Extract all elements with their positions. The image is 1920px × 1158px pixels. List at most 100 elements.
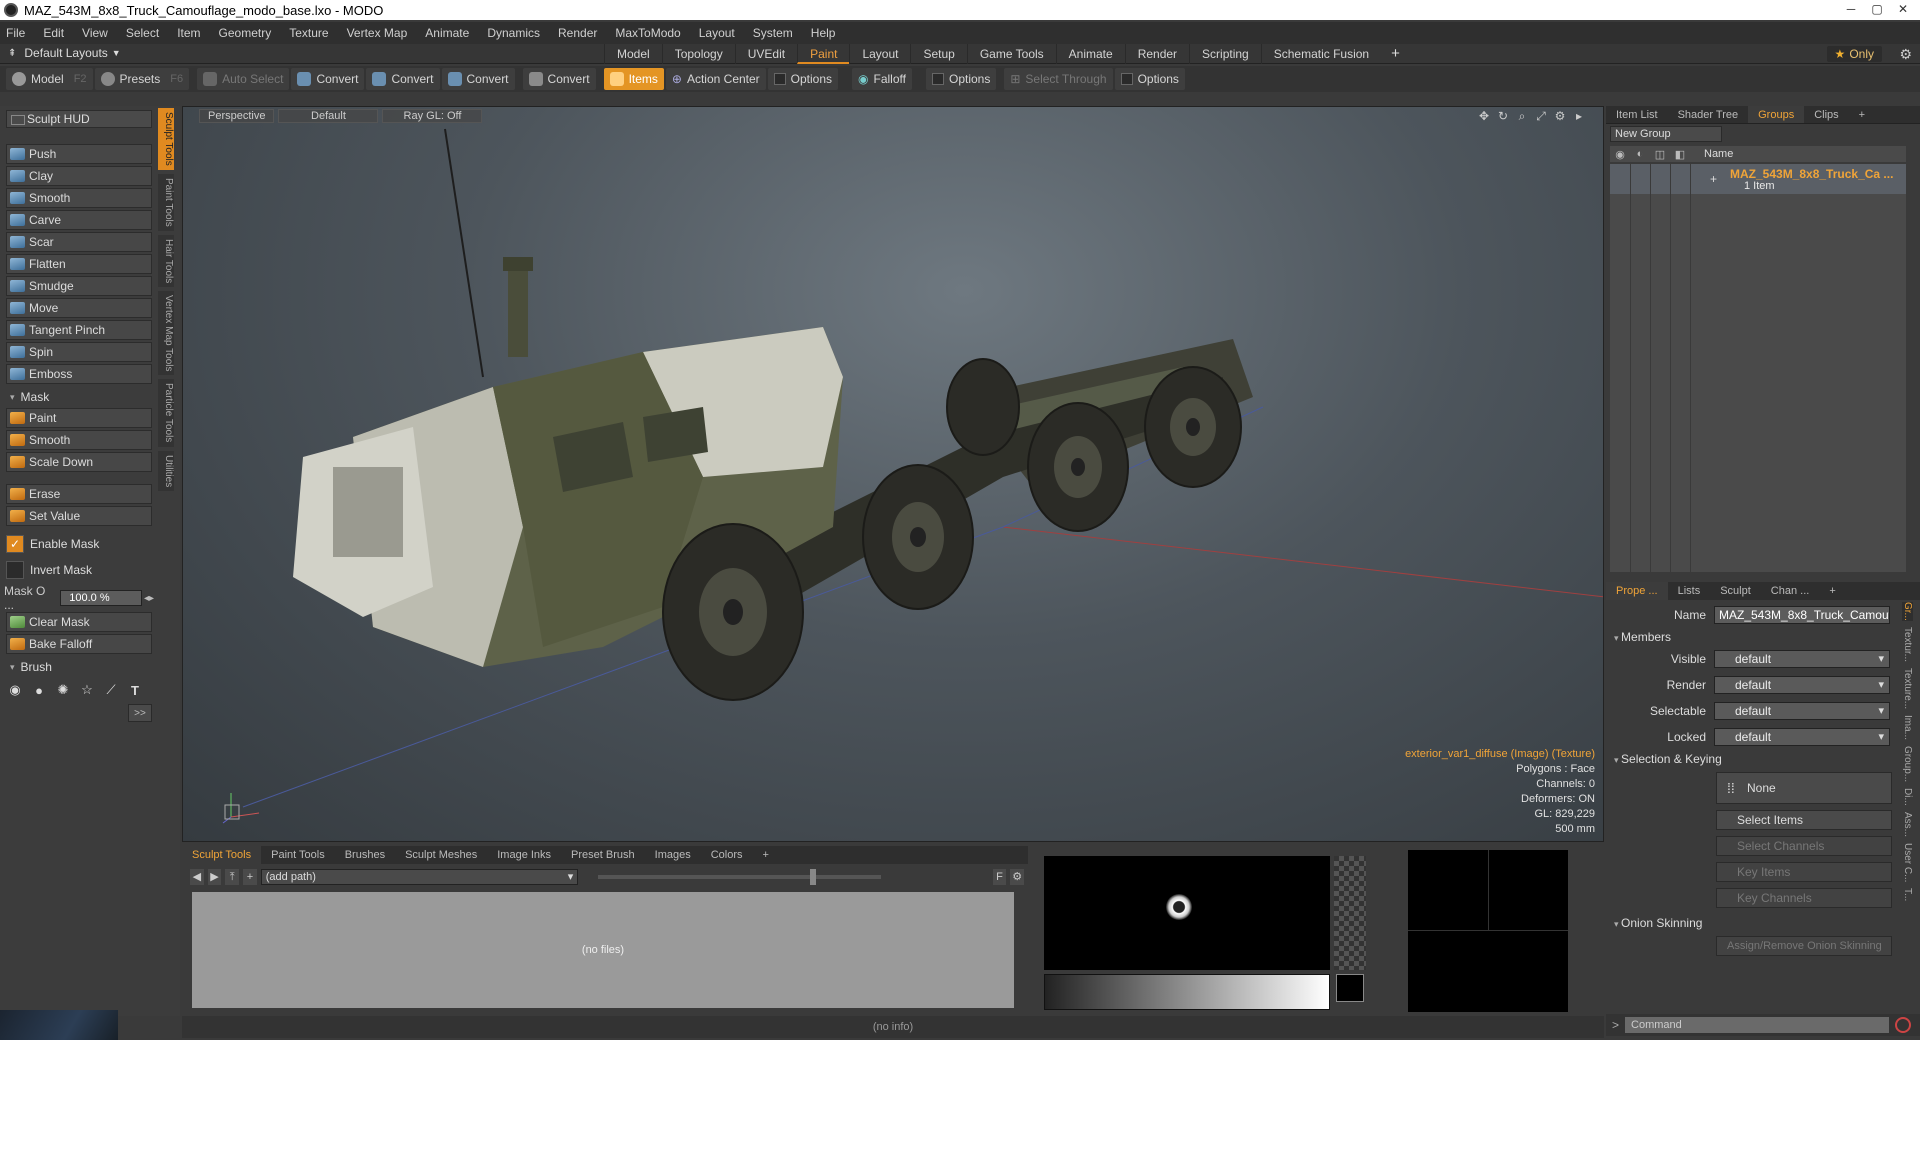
tab-animate[interactable]: Animate — [1055, 44, 1125, 64]
lock-icon[interactable]: ◫ — [1650, 148, 1670, 161]
add-tab-icon[interactable]: + — [1819, 582, 1845, 600]
default-layouts-dropdown[interactable]: ⇞ Default Layouts ▼ — [8, 46, 121, 60]
add-tab-icon[interactable]: + — [1849, 106, 1875, 123]
vtab-particle-tools[interactable]: Particle Tools — [158, 379, 174, 447]
star-brush-icon[interactable]: ☆ — [78, 681, 96, 699]
onion-skinning-section[interactable]: Onion Skinning — [1614, 916, 1702, 930]
carve-tool[interactable]: Carve — [6, 210, 152, 230]
render-icon[interactable]: ◐ — [1630, 148, 1650, 160]
eye-icon[interactable]: ◉ — [1610, 148, 1630, 161]
tab-brushes[interactable]: Brushes — [335, 846, 395, 864]
action-center-button[interactable]: ⊕ Action Center — [665, 68, 766, 90]
tab-game-tools[interactable]: Game Tools — [966, 44, 1056, 64]
add-tab-icon[interactable]: + — [1381, 44, 1410, 64]
splat-brush-icon[interactable]: ✺ — [54, 681, 72, 699]
tab-topology[interactable]: Topology — [661, 44, 735, 64]
select-through-options[interactable]: Options — [1114, 68, 1185, 90]
color-swatch[interactable] — [1336, 974, 1364, 1002]
mask-paint-tool[interactable]: Paint — [6, 408, 152, 428]
auto-select-button[interactable]: Auto Select — [197, 68, 290, 90]
vtab-groups[interactable]: Gr... — [1902, 602, 1913, 621]
expand-icon[interactable]: + — [1710, 172, 1717, 186]
menu-view[interactable]: View — [82, 26, 108, 40]
vtab-group[interactable]: Group... — [1902, 746, 1913, 782]
menu-maxtomodo[interactable]: MaxToModo — [615, 26, 680, 40]
command-input[interactable]: Command — [1625, 1017, 1890, 1033]
tab-model[interactable]: Model — [604, 44, 662, 64]
slider-thumb[interactable] — [810, 869, 817, 885]
tab-scripting[interactable]: Scripting — [1189, 44, 1261, 64]
filter-icon[interactable]: F — [992, 869, 1007, 885]
smooth-tool[interactable]: Smooth — [6, 188, 152, 208]
select-through-button[interactable]: ⊞ Select Through — [1004, 68, 1113, 90]
vtab-texture-2[interactable]: Texture... — [1902, 668, 1913, 709]
text-brush-icon[interactable]: T — [126, 681, 144, 699]
menu-texture[interactable]: Texture — [289, 26, 328, 40]
minimize-icon[interactable]: ─ — [1838, 0, 1864, 18]
key-channels-button[interactable]: Key Channels — [1716, 888, 1892, 908]
set-value-tool[interactable]: Set Value — [6, 506, 152, 526]
tab-colors[interactable]: Colors — [701, 846, 753, 864]
name-field[interactable]: MAZ_543M_8x8_Truck_Camouflag — [1714, 606, 1890, 624]
menu-render[interactable]: Render — [558, 26, 597, 40]
erase-tool[interactable]: Erase — [6, 484, 152, 504]
tab-uvedit[interactable]: UVEdit — [734, 44, 797, 64]
locked-dropdown[interactable]: default — [1714, 728, 1890, 746]
sculpt-hud-button[interactable]: Sculpt HUD — [6, 110, 152, 128]
new-group-button[interactable]: New Group — [1610, 126, 1722, 142]
vtab-sculpt-tools[interactable]: Sculpt Tools — [158, 108, 174, 170]
tab-clips[interactable]: Clips — [1804, 106, 1848, 123]
render-dropdown[interactable]: default — [1714, 676, 1890, 694]
stop-icon[interactable] — [1895, 1017, 1912, 1033]
tab-image-inks[interactable]: Image Inks — [487, 846, 561, 864]
tab-groups[interactable]: Groups — [1748, 106, 1805, 123]
action-center-options[interactable]: Options — [767, 68, 839, 90]
tab-properties[interactable]: Prope ... — [1606, 582, 1668, 600]
falloff-options[interactable]: Options — [925, 68, 997, 90]
vtab-user-channels[interactable]: User C... — [1902, 843, 1913, 882]
tab-shader-tree[interactable]: Shader Tree — [1668, 106, 1749, 123]
vtab-tags[interactable]: T... — [1902, 888, 1913, 901]
menu-edit[interactable]: Edit — [43, 26, 64, 40]
model-button[interactable]: Model F2 — [6, 68, 93, 90]
path-dropdown[interactable]: (add path) — [260, 869, 579, 885]
vtab-assembly[interactable]: Ass... — [1902, 812, 1913, 837]
convert-vertices-button[interactable]: Convert — [291, 68, 365, 90]
gear-icon[interactable]: ⚙ — [1899, 46, 1912, 63]
menu-select[interactable]: Select — [126, 26, 159, 40]
mask-opacity-field[interactable]: 100.0 % — [60, 590, 142, 606]
menu-file[interactable]: File — [6, 26, 25, 40]
file-browser[interactable]: (no files) — [192, 892, 1014, 1008]
up-folder-icon[interactable]: ⤒ — [225, 869, 240, 885]
mask-smooth-tool[interactable]: Smooth — [6, 430, 152, 450]
tab-layout[interactable]: Layout — [849, 44, 910, 64]
vtab-image[interactable]: Ima... — [1902, 715, 1913, 740]
enable-mask-checkbox[interactable]: ✓ Enable Mask — [6, 534, 152, 554]
selectable-icon[interactable]: ◧ — [1670, 148, 1690, 161]
tangent-pinch-tool[interactable]: Tangent Pinch — [6, 320, 152, 340]
flatten-tool[interactable]: Flatten — [6, 254, 152, 274]
forward-icon[interactable]: ▶ — [207, 869, 222, 885]
menu-system[interactable]: System — [753, 26, 793, 40]
tab-preset-brush[interactable]: Preset Brush — [561, 846, 645, 864]
3d-viewport[interactable]: Perspective Default Ray GL: Off ✥ ↻ ⌕ ⤢ … — [182, 106, 1604, 842]
tab-sculpt-tools[interactable]: Sculpt Tools — [182, 846, 262, 864]
clay-tool[interactable]: Clay — [6, 166, 152, 186]
convert-polygons-button[interactable]: Convert — [441, 68, 515, 90]
presets-button[interactable]: Presets F6 — [94, 68, 190, 90]
key-items-button[interactable]: Key Items — [1716, 862, 1892, 882]
emboss-tool[interactable]: Emboss — [6, 364, 152, 384]
bake-falloff-button[interactable]: Bake Falloff — [6, 634, 152, 654]
menu-item[interactable]: Item — [177, 26, 200, 40]
tab-setup[interactable]: Setup — [910, 44, 966, 64]
push-tool[interactable]: Push — [6, 144, 152, 164]
tab-channels[interactable]: Chan ... — [1761, 582, 1820, 600]
select-items-button[interactable]: Select Items — [1716, 810, 1892, 830]
soft-brush-icon[interactable]: ◉ — [6, 681, 24, 699]
tab-schematic-fusion[interactable]: Schematic Fusion — [1260, 44, 1381, 64]
maximize-icon[interactable]: ▢ — [1864, 0, 1890, 18]
visible-dropdown[interactable]: default — [1714, 650, 1890, 668]
menu-help[interactable]: Help — [811, 26, 836, 40]
menu-geometry[interactable]: Geometry — [219, 26, 272, 40]
smudge-tool[interactable]: Smudge — [6, 276, 152, 296]
